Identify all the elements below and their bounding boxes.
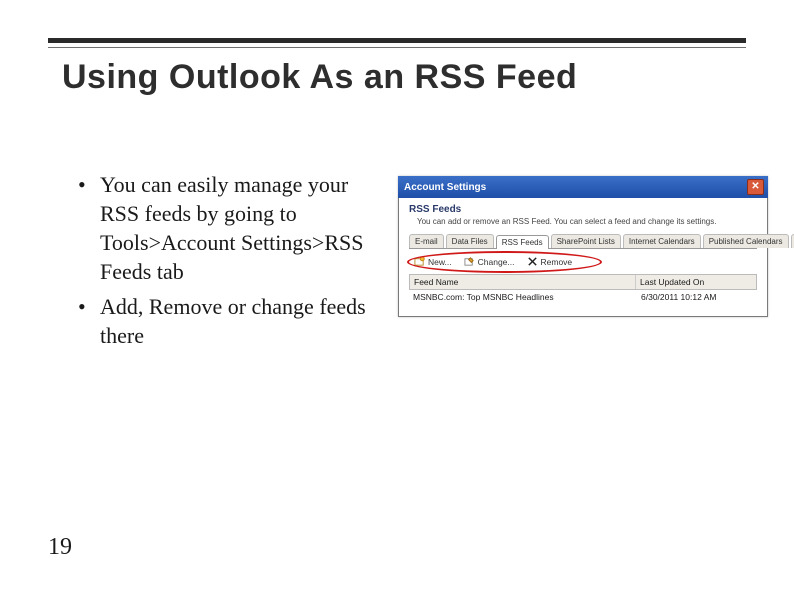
cell-feed-name: MSNBC.com: Top MSNBC Headlines bbox=[409, 292, 637, 302]
dialog-title: Account Settings bbox=[404, 182, 486, 193]
tab-data-files[interactable]: Data Files bbox=[446, 234, 494, 248]
remove-icon bbox=[527, 256, 538, 267]
title-rule bbox=[48, 38, 746, 48]
close-icon: ✕ bbox=[751, 182, 759, 192]
col-feed-name[interactable]: Feed Name bbox=[410, 275, 636, 289]
account-settings-dialog: Account Settings ✕ RSS Feeds You can add… bbox=[398, 176, 768, 317]
bullet-item: Add, Remove or change feeds there bbox=[78, 292, 378, 350]
cell-last-updated: 6/30/2011 10:12 AM bbox=[637, 292, 757, 302]
tab-sharepoint-lists[interactable]: SharePoint Lists bbox=[551, 234, 621, 248]
grid-row[interactable]: MSNBC.com: Top MSNBC Headlines 6/30/2011… bbox=[409, 290, 757, 304]
tab-strip: E-mail Data Files RSS Feeds SharePoint L… bbox=[409, 234, 757, 249]
dialog-titlebar: Account Settings ✕ bbox=[398, 176, 768, 198]
remove-button[interactable]: Remove bbox=[524, 255, 576, 268]
tab-published-calendars[interactable]: Published Calendars bbox=[703, 234, 789, 248]
tab-rss-feeds[interactable]: RSS Feeds bbox=[496, 235, 549, 249]
tab-address-books[interactable]: Address Books bbox=[791, 234, 794, 248]
tab-email[interactable]: E-mail bbox=[409, 234, 444, 248]
change-button[interactable]: Change... bbox=[461, 255, 518, 268]
slide-title: Using Outlook As an RSS Feed bbox=[62, 58, 577, 97]
new-icon bbox=[414, 256, 425, 267]
page-number: 19 bbox=[48, 534, 72, 561]
tab-internet-calendars[interactable]: Internet Calendars bbox=[623, 234, 701, 248]
grid-header: Feed Name Last Updated On bbox=[409, 274, 757, 290]
section-subtext: You can add or remove an RSS Feed. You c… bbox=[417, 217, 757, 226]
bullet-item: You can easily manage your RSS feeds by … bbox=[78, 170, 378, 286]
section-heading: RSS Feeds bbox=[409, 204, 757, 215]
change-icon bbox=[464, 256, 475, 267]
remove-label: Remove bbox=[541, 257, 573, 267]
col-last-updated[interactable]: Last Updated On bbox=[636, 275, 756, 289]
change-label: Change... bbox=[478, 257, 515, 267]
feed-toolbar: New... Change... Remove bbox=[411, 255, 757, 268]
close-button[interactable]: ✕ bbox=[747, 179, 764, 195]
new-label: New... bbox=[428, 257, 452, 267]
new-button[interactable]: New... bbox=[411, 255, 455, 268]
bullet-list: You can easily manage your RSS feeds by … bbox=[78, 170, 378, 356]
